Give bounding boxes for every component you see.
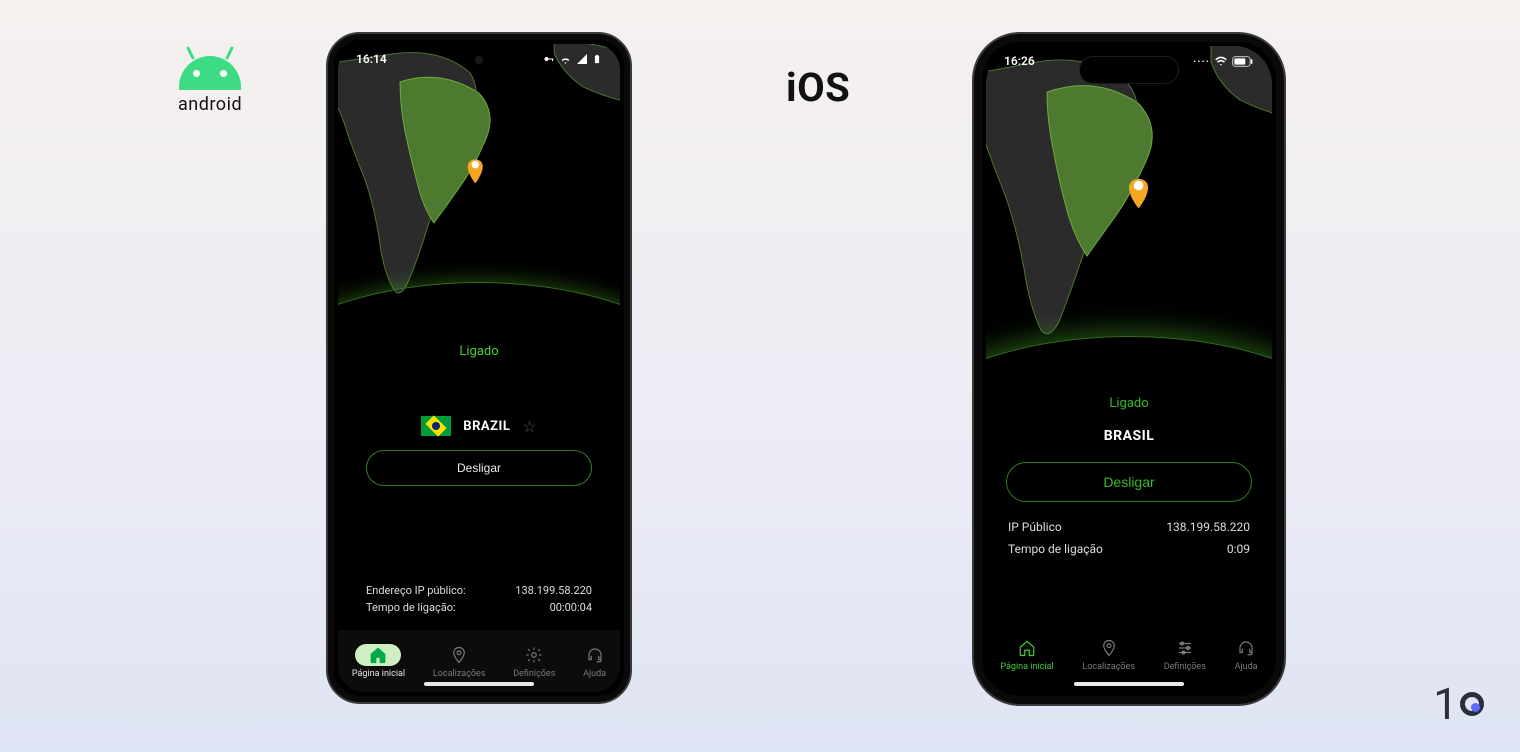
current-location[interactable]: BRAZIL ☆: [338, 416, 620, 436]
ip-label: IP Público: [1008, 520, 1062, 534]
disconnect-button[interactable]: Desligar: [366, 450, 592, 486]
tab-help[interactable]: Ajuda: [583, 644, 606, 679]
connection-info: Endereço IP público: 138.199.58.220 Tempo…: [360, 582, 598, 616]
tab-label: Localizações: [433, 669, 486, 679]
cellular-dots-icon: ····: [1193, 55, 1210, 68]
headset-icon: [586, 646, 604, 664]
home-icon: [1018, 639, 1036, 657]
tab-settings[interactable]: Definições: [1164, 637, 1206, 672]
location-name: BRASIL: [1104, 428, 1155, 444]
status-time: 16:26: [1004, 54, 1035, 68]
connection-status: Ligado: [986, 396, 1272, 411]
location-pin-icon: [450, 646, 468, 664]
connection-status: Ligado: [338, 344, 620, 359]
map-pin-icon: [468, 159, 483, 183]
home-icon: [369, 646, 387, 664]
tab-label: Ajuda: [583, 669, 606, 679]
vpn-key-icon: [543, 53, 555, 65]
favorite-star-icon[interactable]: ☆: [522, 417, 536, 436]
sliders-icon: [1176, 639, 1194, 657]
ip-value: 138.199.58.220: [1166, 520, 1250, 534]
world-map: [986, 46, 1272, 386]
tab-label: Localizações: [1082, 662, 1135, 672]
brazil-flag-icon: [421, 416, 451, 436]
home-indicator: [424, 682, 534, 686]
ios-phone-frame: 16:26 ···· Ligado: [972, 32, 1286, 706]
tab-home[interactable]: Página inicial: [352, 644, 405, 679]
duration-label: Tempo de ligação:: [366, 601, 456, 614]
tab-locations[interactable]: Localizações: [433, 644, 486, 679]
battery-icon: [592, 52, 602, 66]
tab-locations[interactable]: Localizações: [1082, 637, 1135, 672]
disconnect-button[interactable]: Desligar: [1006, 462, 1252, 502]
tab-help[interactable]: Ajuda: [1235, 637, 1258, 672]
tab-label: Página inicial: [352, 669, 405, 679]
location-pin-icon: [1100, 639, 1118, 657]
tab-label: Definições: [1164, 662, 1206, 672]
map-pin-icon: [1129, 179, 1148, 209]
tab-label: Ajuda: [1235, 662, 1258, 672]
watermark-logo: 1: [1433, 678, 1484, 730]
wifi-icon: [559, 53, 572, 66]
home-indicator: [1074, 682, 1184, 686]
tab-label: Página inicial: [1000, 662, 1053, 672]
status-icons: [543, 52, 602, 66]
duration-label: Tempo de ligação: [1008, 542, 1103, 556]
location-name: BRAZIL: [463, 419, 510, 434]
world-map: [338, 44, 620, 334]
wifi-icon: [1214, 54, 1228, 68]
android-screen: 16:14 Ligado: [338, 44, 620, 692]
battery-icon: [1232, 56, 1254, 67]
android-wordmark: android: [178, 94, 242, 115]
connection-info: IP Público 138.199.58.220 Tempo de ligaçã…: [1008, 516, 1250, 560]
signal-icon: [576, 53, 588, 65]
dynamic-island: [1079, 56, 1179, 84]
tab-label: Definições: [513, 669, 555, 679]
current-location[interactable]: BRASIL: [986, 428, 1272, 444]
ip-value: 138.199.58.220: [515, 584, 592, 597]
duration-value: 00:00:04: [550, 601, 592, 614]
tab-settings[interactable]: Definições: [513, 644, 555, 679]
status-time: 16:14: [356, 52, 387, 66]
android-phone-frame: 16:14 Ligado: [326, 32, 632, 704]
front-camera-dot: [475, 56, 483, 64]
gear-icon: [525, 646, 543, 664]
ip-label: Endereço IP público:: [366, 584, 466, 597]
ios-screen: 16:26 ···· Ligado: [986, 46, 1272, 692]
map-svg: [986, 46, 1272, 386]
android-logo: android: [178, 56, 242, 115]
duration-value: 0:09: [1227, 542, 1250, 556]
tab-home[interactable]: Página inicial: [1000, 637, 1053, 672]
headset-icon: [1237, 639, 1255, 657]
ios-wordmark: iOS: [786, 64, 850, 111]
status-icons: ····: [1193, 54, 1254, 68]
